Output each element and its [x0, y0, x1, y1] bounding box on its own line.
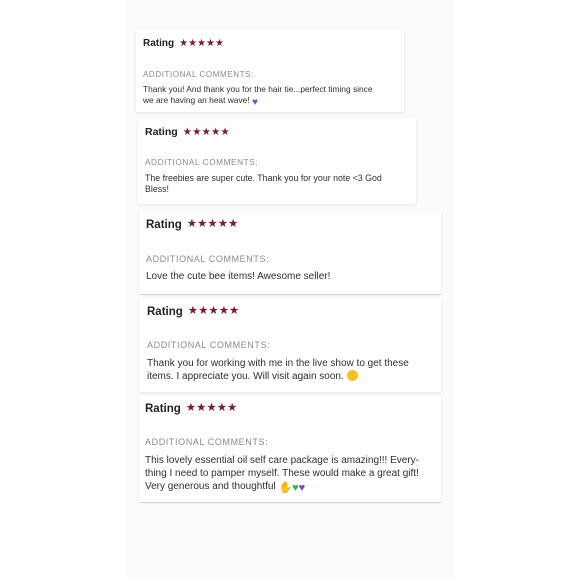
- star-icon: ★: [206, 37, 215, 49]
- star-icon: ★: [229, 305, 240, 318]
- review-card: Rating ★ ★ ★ ★ ★ ADDITIONAL COMMENTS: Th…: [139, 298, 441, 392]
- star-rating: ★ ★ ★ ★ ★: [179, 37, 224, 49]
- star-icon: ★: [186, 218, 198, 231]
- comment-line: Bless!: [145, 184, 169, 195]
- comment-text: The freebies are super cute. Thank you f…: [145, 173, 413, 196]
- star-icon: ★: [179, 37, 189, 49]
- star-icon: ★: [185, 402, 197, 415]
- smirking-face-icon: [346, 370, 358, 381]
- purple-heart-icon: ♥: [251, 96, 258, 108]
- comment-line: thing I need to pamper myself. These wou…: [145, 468, 419, 479]
- comment-line: items. I appreciate you. Will visit agai…: [147, 370, 439, 383]
- star-icon: ★: [227, 402, 238, 415]
- comment-text: Thank you for working with me in the liv…: [147, 357, 439, 383]
- comment-line-text: Very generous and thoughtful: [145, 481, 276, 492]
- star-icon: ★: [214, 37, 224, 49]
- comment-text: This lovely essential oil self care pack…: [145, 454, 439, 495]
- comment-line: we are having an heat wave! ♥: [143, 95, 405, 109]
- review-card: Rating ★ ★ ★ ★ ★ ADDITIONAL COMMENTS: Th…: [136, 30, 404, 112]
- star-icon: ★: [188, 37, 198, 49]
- review-card: Rating ★ ★ ★ ★ ★ ADDITIONAL COMMENTS: Th…: [139, 396, 441, 502]
- comment-line-text: items. I appreciate you. Will visit agai…: [147, 371, 344, 382]
- rating-label: Rating: [145, 126, 178, 138]
- divider: [139, 294, 441, 295]
- praying-hands-icon: ✋: [278, 482, 293, 494]
- rating-label: Rating: [146, 219, 182, 231]
- comment-line: Thank you! And thank you for the hair ti…: [143, 84, 373, 94]
- comment-heading: ADDITIONAL COMMENTS:: [143, 70, 254, 79]
- star-icon: ★: [182, 125, 193, 138]
- rating-row: Rating ★ ★ ★ ★ ★: [145, 126, 230, 138]
- star-rating: ★ ★ ★ ★ ★: [188, 306, 240, 318]
- star-icon: ★: [220, 125, 230, 138]
- star-rating: ★ ★ ★ ★ ★: [186, 403, 238, 415]
- star-icon: ★: [187, 305, 199, 318]
- comment-line: This lovely essential oil self care pack…: [145, 455, 420, 466]
- star-icon: ★: [198, 305, 209, 318]
- review-card: Rating ★ ★ ★ ★ ★ ADDITIONAL COMMENTS: Lo…: [139, 212, 441, 294]
- star-icon: ★: [208, 305, 219, 318]
- rating-row: Rating ★ ★ ★ ★ ★: [143, 38, 224, 49]
- comment-line-text: we are having an heat wave!: [143, 94, 250, 105]
- star-icon: ★: [192, 125, 202, 138]
- rating-label: Rating: [147, 306, 183, 318]
- rating-label: Rating: [143, 38, 175, 49]
- comment-heading: ADDITIONAL COMMENTS:: [146, 254, 270, 264]
- rating-row: Rating ★ ★ ★ ★ ★: [145, 403, 237, 415]
- rating-row: Rating ★ ★ ★ ★ ★: [146, 219, 238, 231]
- comment-heading: ADDITIONAL COMMENTS:: [147, 340, 271, 350]
- star-icon: ★: [206, 402, 217, 415]
- rating-row: Rating ★ ★ ★ ★ ★: [147, 306, 239, 318]
- comment-text: Thank you! And thank you for the hair ti…: [143, 84, 405, 109]
- comment-text: Love the cute bee items! Awesome seller!: [146, 270, 436, 283]
- rating-label: Rating: [145, 403, 181, 415]
- comment-heading: ADDITIONAL COMMENTS:: [145, 437, 269, 447]
- comment-line: Thank you for working with me in the liv…: [147, 358, 409, 369]
- comment-line: Love the cute bee items! Awesome seller!: [146, 271, 331, 282]
- comment-heading: ADDITIONAL COMMENTS:: [145, 158, 259, 167]
- star-icon: ★: [210, 125, 221, 138]
- star-rating: ★ ★ ★ ★ ★: [187, 219, 239, 231]
- star-icon: ★: [228, 218, 239, 231]
- star-icon: ★: [218, 305, 230, 318]
- comment-line: The freebies are super cute. Thank you f…: [145, 173, 382, 183]
- star-icon: ★: [207, 218, 218, 231]
- star-icon: ★: [197, 218, 208, 231]
- divider: [139, 502, 441, 503]
- review-card: Rating ★ ★ ★ ★ ★ ADDITIONAL COMMENTS: Th…: [138, 118, 416, 204]
- comment-line: Very generous and thoughtful ✋♥♥: [145, 480, 439, 495]
- star-icon: ★: [197, 37, 207, 49]
- star-icon: ★: [216, 402, 228, 415]
- star-icon: ★: [217, 218, 229, 231]
- purple-heart-icon: ♥: [298, 482, 306, 494]
- star-rating: ★ ★ ★ ★ ★: [183, 127, 230, 138]
- star-icon: ★: [201, 125, 211, 138]
- star-icon: ★: [196, 402, 207, 415]
